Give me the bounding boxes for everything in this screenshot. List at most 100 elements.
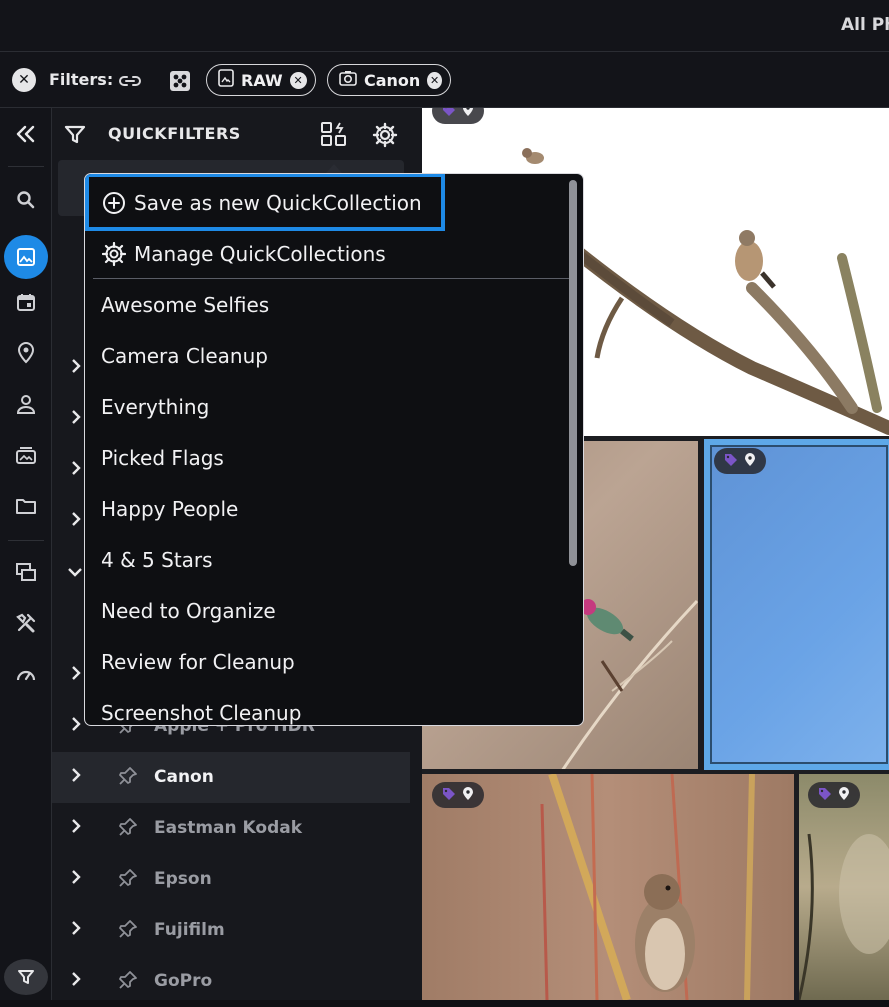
tools-icon[interactable] [10, 607, 42, 639]
quickcollection-item[interactable]: Picked Flags [85, 433, 571, 484]
panel-title: QUICKFILTERS [108, 124, 241, 143]
list-item[interactable]: Epson [52, 854, 410, 905]
dropdown-pointer [326, 164, 342, 173]
quickcollection-label: Everything [101, 395, 210, 419]
tag-icon [724, 452, 738, 471]
photo-badge [432, 782, 484, 808]
calendar-icon[interactable] [10, 286, 42, 318]
duplicates-icon[interactable] [10, 556, 42, 588]
photo-badge [714, 448, 766, 474]
list-item[interactable]: Canon [52, 752, 410, 803]
gear-icon [101, 241, 127, 271]
location-pin-icon [744, 452, 756, 471]
quickcollection-item[interactable]: 4 & 5 Stars [85, 535, 571, 586]
tag-icon [442, 786, 456, 805]
filter-icon[interactable] [4, 959, 48, 995]
top-bar: All Photos [0, 0, 889, 52]
expand-chevron-icon[interactable] [69, 665, 83, 685]
funnel-icon [64, 124, 86, 150]
dropdown-scrollbar[interactable] [569, 180, 577, 566]
quickcollection-label: Need to Organize [101, 599, 276, 623]
photo-badge [808, 782, 860, 808]
list-item-label: Fujifilm [154, 920, 225, 940]
panel-header: QUICKFILTERS [52, 108, 422, 160]
manage-quickcollections-label: Manage QuickCollections [134, 242, 386, 266]
list-item-label: Canon [154, 767, 214, 787]
quickcollection-item[interactable]: Happy People [85, 484, 571, 535]
chevron-right-icon[interactable] [69, 767, 89, 787]
left-rail [0, 108, 52, 1000]
remove-raw-filter-button[interactable]: ✕ [289, 71, 307, 89]
photo-tile[interactable] [422, 774, 794, 1000]
photo-tile-selected[interactable] [704, 439, 889, 770]
save-quickcollection-label: Save as new QuickCollection [134, 191, 422, 215]
list-item[interactable]: GoPro [52, 956, 410, 1007]
page-title: All Photos [841, 15, 889, 35]
filters-label: Filters: [49, 70, 114, 89]
gear-icon[interactable] [372, 122, 398, 152]
quickcollection-item[interactable]: Camera Cleanup [85, 331, 571, 382]
list-item-label: GoPro [154, 971, 213, 991]
quickcollection-label: Review for Cleanup [101, 650, 295, 674]
albums-icon[interactable] [10, 439, 42, 471]
expand-chevron-icon[interactable] [69, 409, 83, 429]
person-icon[interactable] [10, 388, 42, 420]
quickcollection-label: Camera Cleanup [101, 344, 268, 368]
rail-divider [8, 166, 44, 167]
quickcollection-label: Awesome Selfies [101, 293, 270, 317]
filter-chip-canon-label: Canon [364, 70, 421, 90]
filter-chip-raw[interactable]: RAW ✕ [206, 64, 316, 96]
pin-icon[interactable] [118, 766, 138, 786]
filter-chip-raw-label: RAW [241, 70, 283, 90]
chevron-right-icon[interactable] [69, 869, 89, 889]
location-icon[interactable] [10, 337, 42, 369]
quickcollection-item[interactable]: Need to Organize [85, 586, 571, 637]
dashboard-icon[interactable] [10, 658, 42, 690]
save-quickcollection-item[interactable]: Save as new QuickCollection [85, 174, 571, 231]
filter-options-icon[interactable] [168, 69, 192, 97]
quickcollection-item[interactable]: Review for Cleanup [85, 637, 571, 688]
camera-icon [339, 70, 357, 90]
list-item[interactable]: Fujifilm [52, 905, 410, 956]
chevron-right-icon[interactable] [69, 971, 89, 991]
chevron-right-icon[interactable] [69, 818, 89, 838]
menu-divider [93, 278, 577, 279]
quickcollection-label: Screenshot Cleanup [101, 701, 302, 725]
quickcollection-label: Picked Flags [101, 446, 224, 470]
collapse-chevron-icon[interactable] [67, 564, 83, 583]
quickcollection-item[interactable]: Screenshot Cleanup [85, 688, 571, 725]
quickcollection-item[interactable]: Everything [85, 382, 571, 433]
location-pin-icon [462, 108, 474, 121]
quickcollections-icon[interactable] [320, 121, 348, 151]
pin-icon[interactable] [118, 970, 138, 990]
collapse-icon[interactable] [10, 118, 42, 150]
photos-icon[interactable] [4, 235, 48, 279]
tag-icon [442, 108, 456, 121]
quickcollection-item[interactable]: Awesome Selfies [85, 280, 571, 331]
expand-chevron-icon[interactable] [69, 511, 83, 531]
pin-icon[interactable] [118, 919, 138, 939]
tag-icon [818, 786, 832, 805]
clear-filters-button[interactable]: ✕ [12, 68, 36, 92]
raw-file-icon [218, 69, 234, 91]
quickcollection-label: Happy People [101, 497, 239, 521]
expand-chevron-icon[interactable] [69, 358, 83, 378]
photo-badge [432, 108, 484, 124]
filter-chip-canon[interactable]: Canon ✕ [327, 64, 451, 96]
selected-photo-content [710, 445, 888, 764]
folder-icon[interactable] [10, 490, 42, 522]
photo-sparrow-on-reeds [540, 774, 755, 1000]
link-icon[interactable] [118, 70, 142, 96]
search-icon[interactable] [10, 184, 42, 216]
expand-chevron-icon[interactable] [69, 460, 83, 480]
pin-icon[interactable] [118, 817, 138, 837]
pin-icon[interactable] [118, 868, 138, 888]
remove-canon-filter-button[interactable]: ✕ [427, 71, 442, 89]
quickcollections-dropdown: Save as new QuickCollection Manage Quick… [84, 173, 584, 726]
rail-divider [8, 540, 44, 541]
manage-quickcollections-item[interactable]: Manage QuickCollections [85, 229, 571, 280]
filter-bar: ✕ Filters: RAW ✕ Canon ✕ [0, 52, 889, 108]
chevron-right-icon[interactable] [69, 920, 89, 940]
location-pin-icon [462, 786, 474, 805]
list-item[interactable]: Eastman Kodak [52, 803, 410, 854]
